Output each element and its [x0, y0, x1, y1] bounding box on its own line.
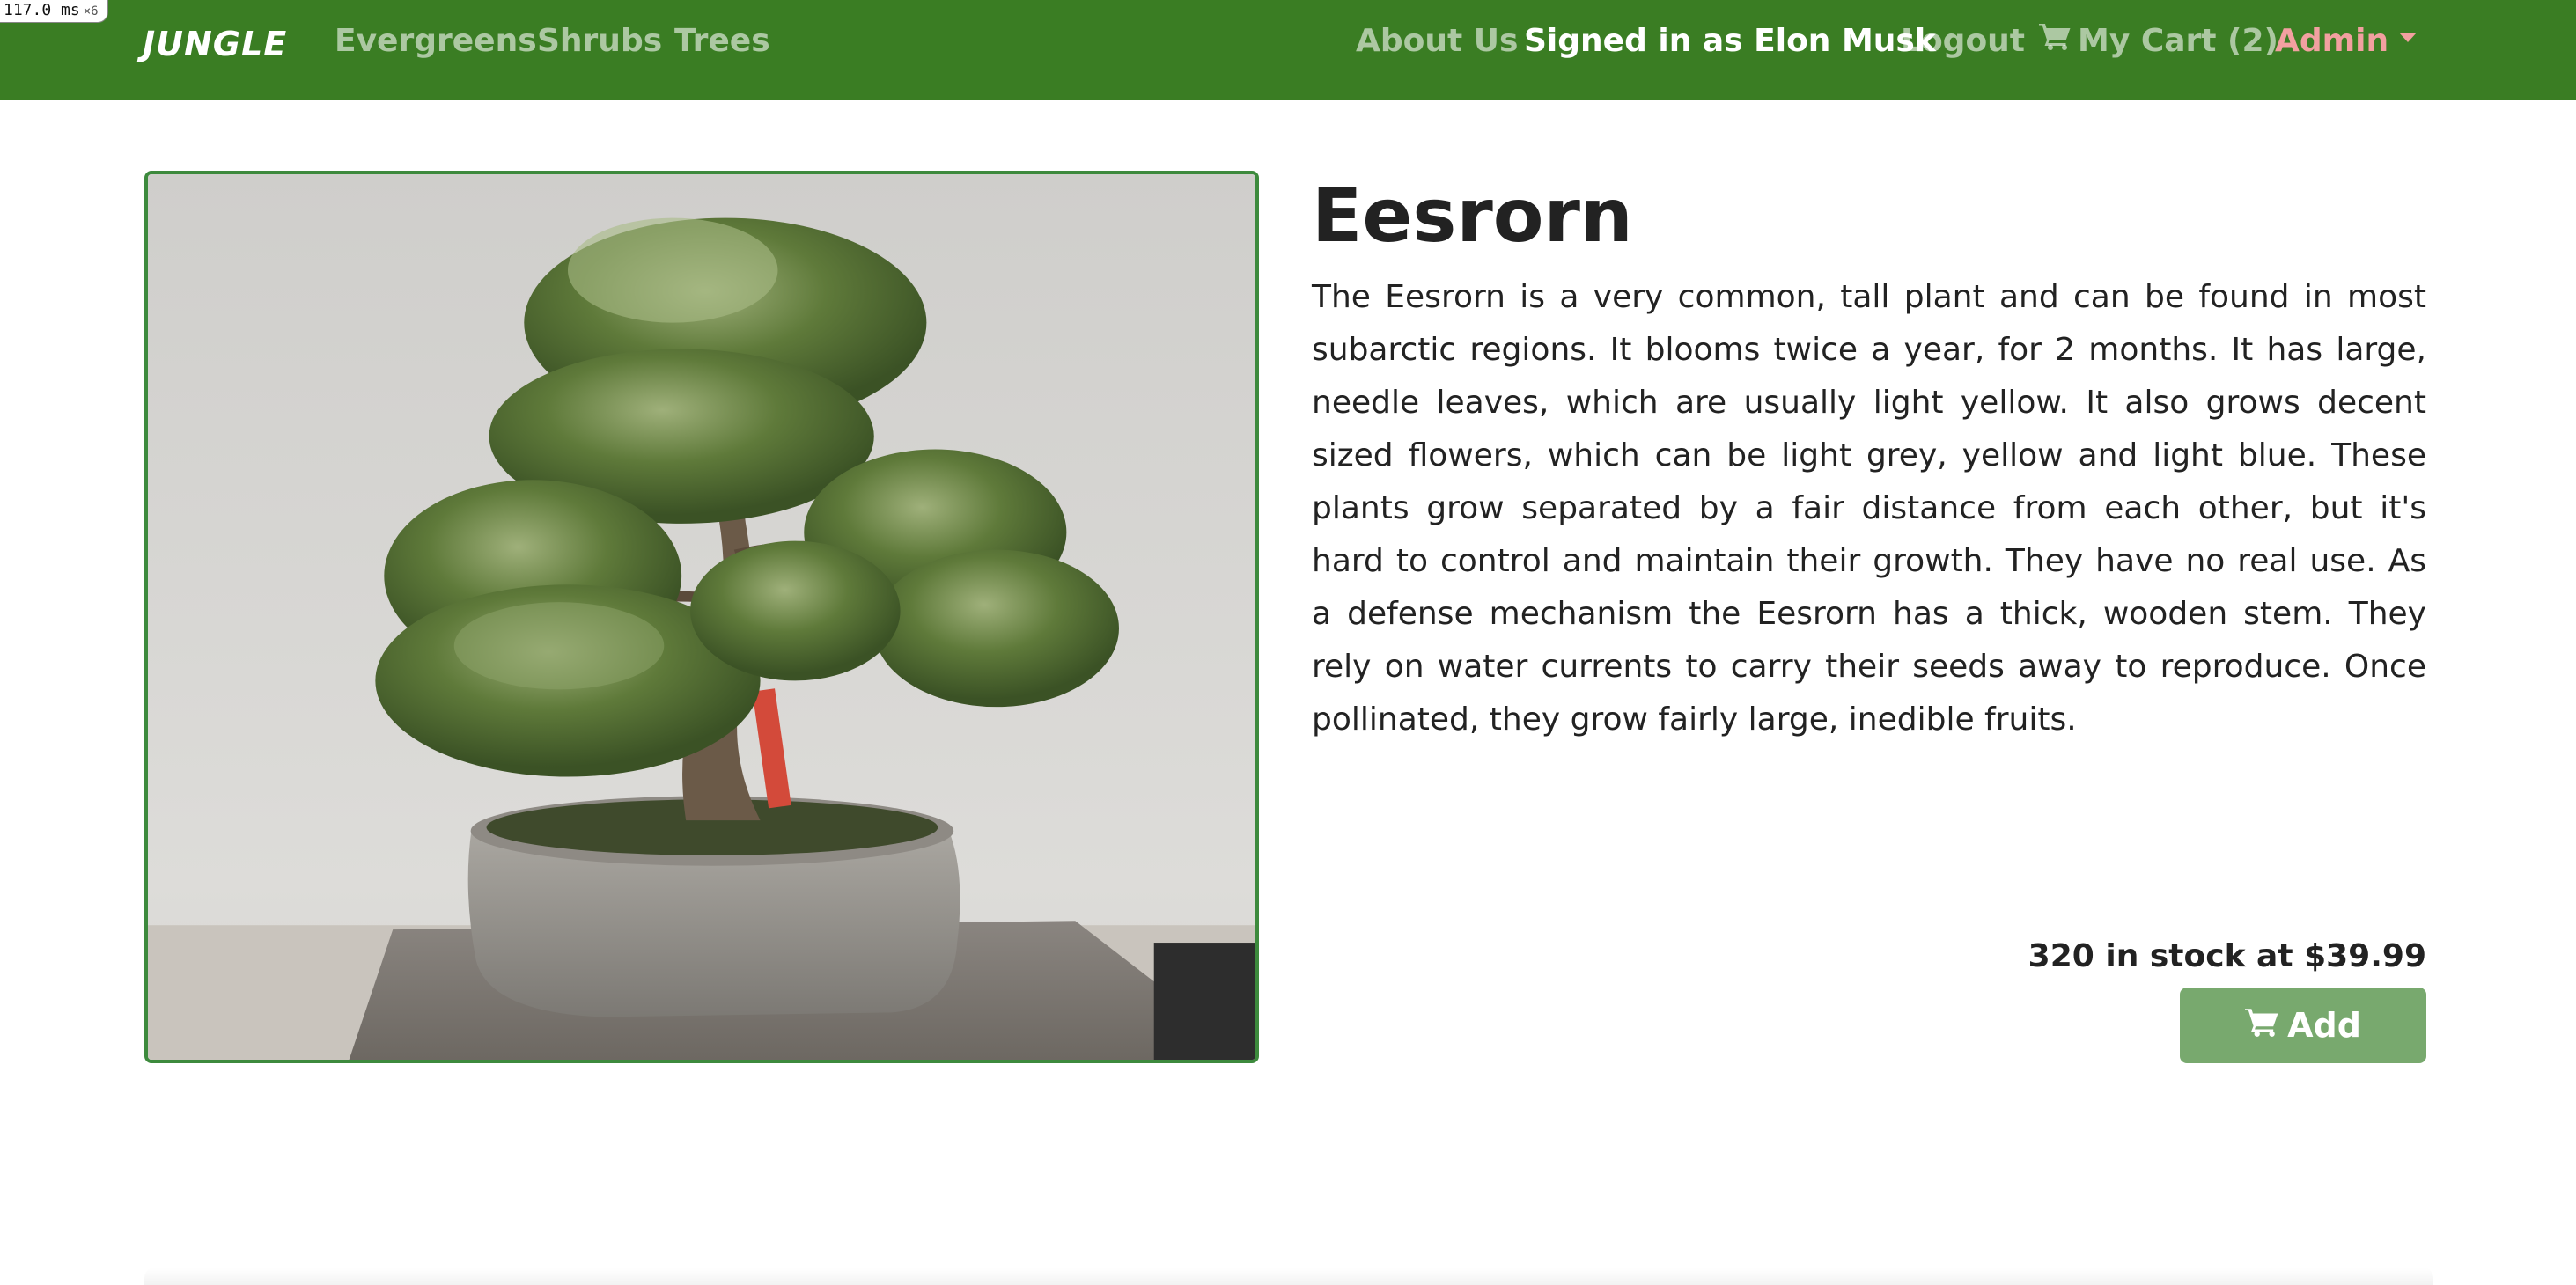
cart-icon: [2039, 22, 2071, 58]
nav-trees[interactable]: Trees: [674, 23, 770, 59]
nav-shrubs[interactable]: Shrubs: [537, 23, 662, 59]
stock-price: 320 in stock at $39.99: [2028, 938, 2426, 974]
brand-logo[interactable]: JUNGLE: [143, 25, 287, 63]
perf-badge: 117.0 ms ×6: [0, 0, 108, 23]
admin-dropdown[interactable]: Admin: [2275, 23, 2418, 59]
nav-my-cart[interactable]: My Cart (2): [2039, 23, 2278, 61]
perf-multiplier: ×6: [83, 4, 99, 18]
top-navbar: JUNGLE Evergreens Shrubs Trees About Us …: [0, 0, 2576, 100]
footer-edge: [144, 1267, 2433, 1285]
perf-time: 117.0: [4, 1, 52, 19]
nav-evergreens[interactable]: Evergreens: [335, 23, 537, 59]
bonsai-photo-icon: [148, 174, 1255, 1060]
product-image: [144, 171, 1259, 1063]
product-title: Eesrorn: [1312, 173, 1633, 259]
chevron-down-icon: [2399, 32, 2418, 42]
add-to-cart-button[interactable]: Add: [2180, 988, 2426, 1063]
cart-label: My Cart (2): [2078, 23, 2278, 59]
product-description: The Eesrorn is a very common, tall plant…: [1312, 279, 2426, 738]
perf-unit: ms: [61, 1, 80, 19]
signed-in-status: Signed in as Elon Musk: [1524, 23, 1936, 59]
nav-about-us[interactable]: About Us: [1356, 23, 1518, 59]
nav-logout[interactable]: Logout: [1901, 23, 2025, 59]
add-button-label: Add: [2287, 1006, 2361, 1045]
cart-icon: [2245, 1006, 2278, 1045]
admin-label: Admin: [2275, 23, 2389, 59]
